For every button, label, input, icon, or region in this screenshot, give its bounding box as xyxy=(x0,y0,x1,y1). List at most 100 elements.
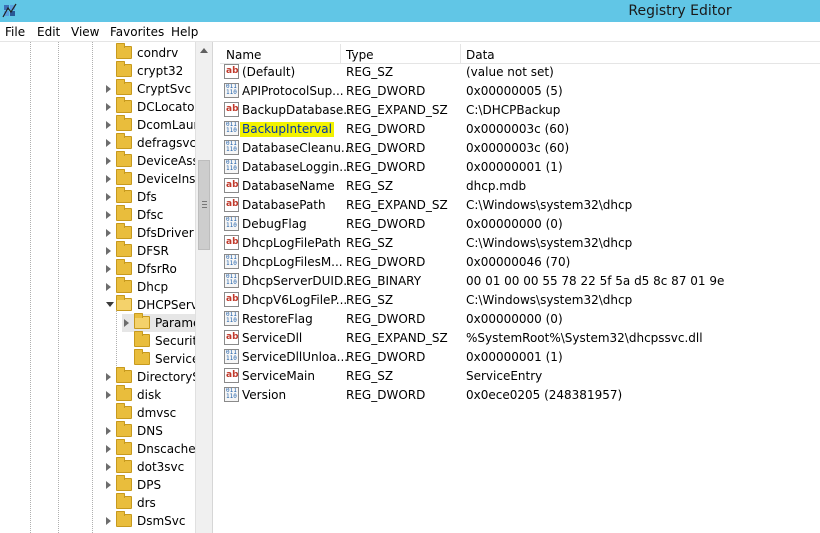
tree-node[interactable]: DfsrRo xyxy=(104,259,195,278)
tree-scrollbar[interactable] xyxy=(195,42,212,533)
tree-node[interactable]: Dhcp xyxy=(104,277,195,296)
value-row[interactable]: 011 110 Version REG_DWORD 0x0ece0205 (248381… xyxy=(220,386,820,405)
value-name: BackupDatabase... xyxy=(242,103,355,117)
value-type: REG_SZ xyxy=(346,236,394,250)
expand-arrow-icon[interactable] xyxy=(106,121,111,129)
key-tree-pane[interactable]: condrv crypt32 CryptSvc DCLocator DcomLaun de… xyxy=(0,42,213,533)
tree-node[interactable]: DsmSvc xyxy=(104,511,195,530)
value-row[interactable]: ab (Default) REG_SZ (value not set) xyxy=(220,63,820,82)
tree-node-label: DcomLaun xyxy=(137,118,202,132)
value-name: DatabaseName xyxy=(242,179,335,193)
tree-node[interactable]: Dnscache xyxy=(104,439,196,458)
menu-view[interactable]: View xyxy=(71,25,99,39)
binary-value-icon: 011 110 xyxy=(224,83,239,98)
expand-arrow-icon[interactable] xyxy=(106,211,111,219)
expand-arrow-icon[interactable] xyxy=(106,517,111,525)
expand-arrow-icon[interactable] xyxy=(106,103,111,111)
value-type: REG_DWORD xyxy=(346,388,426,402)
value-row[interactable]: 011 110 DatabaseCleanu... REG_DWORD 0x000000… xyxy=(220,139,820,158)
expand-arrow-icon[interactable] xyxy=(106,175,111,183)
tree-node-label: dmvsc xyxy=(137,406,177,420)
tree-node[interactable]: DHCPServe xyxy=(104,295,205,314)
value-data: C:\DHCPBackup xyxy=(466,103,561,117)
value-row[interactable]: ab ServiceDll REG_EXPAND_SZ %SystemRoot%\Sy… xyxy=(220,329,820,348)
tree-node[interactable]: CryptSvc xyxy=(104,79,195,98)
expand-arrow-icon[interactable] xyxy=(106,373,111,381)
expand-arrow-icon[interactable] xyxy=(106,427,111,435)
tree-node[interactable]: DeviceInsta xyxy=(104,169,208,188)
expand-arrow-icon[interactable] xyxy=(106,283,111,291)
scroll-up-arrow-icon[interactable] xyxy=(196,42,212,59)
expand-arrow-icon[interactable] xyxy=(106,85,111,93)
expand-arrow-icon[interactable] xyxy=(106,481,111,489)
window-title: Registry Editor xyxy=(628,3,732,19)
expand-arrow-icon[interactable] xyxy=(106,193,111,201)
folder-icon xyxy=(116,97,132,113)
tree-node[interactable]: Dfsc xyxy=(104,205,195,224)
tree-node[interactable]: Dfs xyxy=(104,187,195,206)
tree-node[interactable]: Service xyxy=(122,349,199,368)
tree-node[interactable]: drs xyxy=(104,493,195,512)
column-header-data[interactable]: Data xyxy=(466,48,495,62)
tree-node[interactable]: DfsDriver xyxy=(104,223,195,242)
value-type: REG_DWORD xyxy=(346,122,426,136)
tree-node[interactable]: dot3svc xyxy=(104,457,195,476)
tree-node-label: crypt32 xyxy=(137,64,184,78)
tree-node[interactable]: DPS xyxy=(104,475,195,494)
values-list-pane[interactable]: Name Type Data ab (Default) REG_SZ (value n… xyxy=(220,42,820,533)
tree-node[interactable]: Security xyxy=(122,331,204,350)
expand-arrow-icon[interactable] xyxy=(106,463,111,471)
value-row[interactable]: 011 110 BackupInterval REG_DWORD 0x0000003c … xyxy=(220,120,820,139)
tree-node[interactable]: DcomLaun xyxy=(104,115,201,134)
expand-arrow-icon[interactable] xyxy=(106,229,111,237)
value-data: C:\Windows\system32\dhcp xyxy=(466,198,633,212)
folder-icon xyxy=(116,421,132,437)
value-row[interactable]: 011 110 DhcpLogFilesM... REG_DWORD 0x0000004… xyxy=(220,253,820,272)
value-row[interactable]: 011 110 RestoreFlag REG_DWORD 0x00000000 (0) xyxy=(220,310,820,329)
value-row[interactable]: ab DatabasePath REG_EXPAND_SZ C:\Windows\sy… xyxy=(220,196,820,215)
scroll-thumb[interactable] xyxy=(198,160,210,250)
value-row[interactable]: ab DatabaseName REG_SZ dhcp.mdb xyxy=(220,177,820,196)
column-divider[interactable] xyxy=(340,44,341,64)
tree-node[interactable]: Parame xyxy=(122,313,200,332)
column-divider[interactable] xyxy=(460,44,461,64)
value-row[interactable]: 011 110 DebugFlag REG_DWORD 0x00000000 (0) xyxy=(220,215,820,234)
expand-arrow-icon[interactable] xyxy=(106,139,111,147)
column-header-type[interactable]: Type xyxy=(346,48,374,62)
menu-edit[interactable]: Edit xyxy=(37,25,60,39)
tree-node[interactable]: defragsvc xyxy=(104,133,196,152)
value-row[interactable]: ab BackupDatabase... REG_EXPAND_SZ C:\DHCPB… xyxy=(220,101,820,120)
menu-file[interactable]: File xyxy=(5,25,25,39)
tree-node[interactable]: DeviceAsso xyxy=(104,151,206,170)
value-data: 0x0000003c (60) xyxy=(466,141,570,155)
value-name: DhcpLogFilePath xyxy=(242,236,341,250)
value-row[interactable]: ab ServiceMain REG_SZ ServiceEntry xyxy=(220,367,820,386)
tree-node[interactable]: DNS xyxy=(104,421,195,440)
value-type: REG_DWORD xyxy=(346,217,426,231)
registry-editor-icon[interactable] xyxy=(2,2,18,18)
tree-node[interactable]: DCLocator xyxy=(104,97,199,116)
tree-node[interactable]: DFSR xyxy=(104,241,195,260)
value-row[interactable]: ab DhcpLogFilePath REG_SZ C:\Windows\system… xyxy=(220,234,820,253)
tree-node[interactable]: crypt32 xyxy=(104,61,195,80)
tree-node[interactable]: condrv xyxy=(104,43,195,62)
folder-icon xyxy=(134,349,150,365)
expand-arrow-icon[interactable] xyxy=(106,445,111,453)
expand-arrow-icon[interactable] xyxy=(106,265,111,273)
expand-arrow-icon[interactable] xyxy=(106,157,111,165)
column-header-name[interactable]: Name xyxy=(226,48,261,62)
value-row[interactable]: 011 110 ServiceDllUnloa... REG_DWORD 0x00000… xyxy=(220,348,820,367)
tree-node[interactable]: disk xyxy=(104,385,195,404)
menu-favorites[interactable]: Favorites xyxy=(110,25,164,39)
tree-node[interactable]: DirectorySe xyxy=(104,367,207,386)
value-row[interactable]: 011 110 APIProtocolSup... REG_DWORD 0x000000… xyxy=(220,82,820,101)
expand-arrow-icon[interactable] xyxy=(106,247,111,255)
expand-arrow-icon[interactable] xyxy=(124,319,129,327)
expand-arrow-icon[interactable] xyxy=(106,391,111,399)
value-row[interactable]: 011 110 DatabaseLoggin... REG_DWORD 0x000000… xyxy=(220,158,820,177)
menu-help[interactable]: Help xyxy=(171,25,198,39)
value-row[interactable]: 011 110 DhcpServerDUID... REG_BINARY 00 01 0… xyxy=(220,272,820,291)
collapse-arrow-icon[interactable] xyxy=(106,302,114,307)
tree-node[interactable]: dmvsc xyxy=(104,403,195,422)
value-row[interactable]: ab DhcpV6LogFileP... REG_SZ C:\Windows\syst… xyxy=(220,291,820,310)
